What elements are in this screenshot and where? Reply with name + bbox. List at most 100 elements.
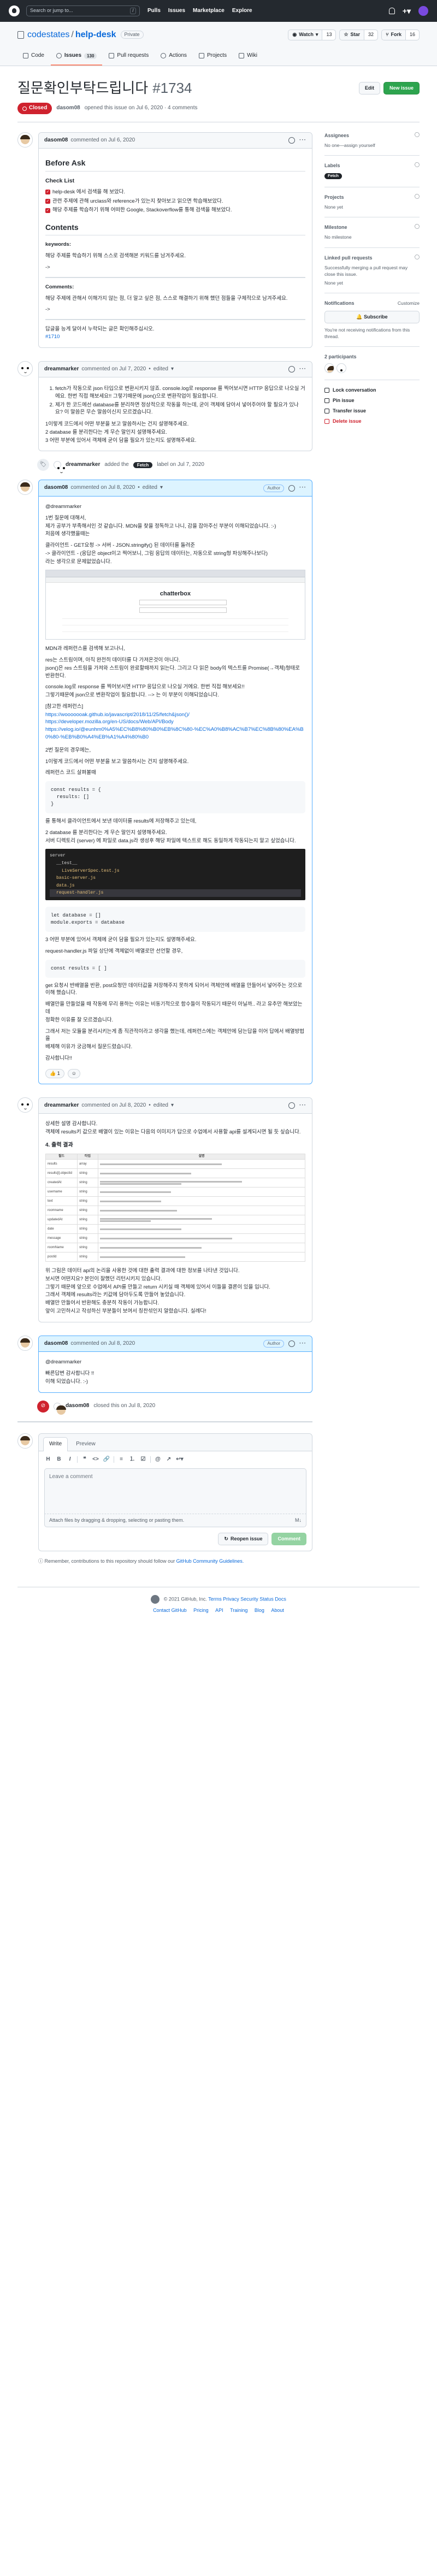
comment-author[interactable]: dasom08 xyxy=(44,484,68,492)
nav-pulls[interactable]: Pulls xyxy=(147,7,161,15)
comment-author[interactable]: dasom08 xyxy=(44,1340,68,1348)
mention[interactable]: @dreammarker xyxy=(45,1358,305,1366)
fork-button[interactable]: ⑂ Fork 16 xyxy=(381,29,420,40)
avatar[interactable] xyxy=(17,1433,33,1449)
more-options-icon[interactable]: ··· xyxy=(299,137,306,145)
delete-issue-button[interactable]: Delete issue xyxy=(324,418,420,425)
labels-section[interactable]: Labels Fetch xyxy=(324,162,420,187)
bold-icon[interactable]: B xyxy=(55,1456,63,1464)
event-actor[interactable]: dreammarker xyxy=(66,461,100,469)
comment-author[interactable]: dreammarker xyxy=(44,365,79,374)
issue-reference-link[interactable]: #1710 xyxy=(45,334,60,340)
checkbox-checked-icon[interactable]: ✓ xyxy=(45,199,50,204)
comment-button[interactable]: Comment xyxy=(271,1532,306,1545)
label-pill[interactable]: Fetch xyxy=(133,462,153,469)
comment-author[interactable]: dasom08 xyxy=(44,137,68,145)
repo-name-link[interactable]: help-desk xyxy=(75,28,116,41)
add-reaction-icon[interactable] xyxy=(288,365,295,373)
avatar[interactable] xyxy=(54,1402,66,1415)
tab-pull-requests[interactable]: Pull requests xyxy=(103,49,154,66)
projects-section[interactable]: Projects None yet xyxy=(324,193,420,218)
avatar[interactable] xyxy=(54,461,63,474)
italic-icon[interactable]: I xyxy=(66,1456,74,1464)
tab-projects[interactable]: Projects xyxy=(193,49,232,66)
footer-link-api[interactable]: API xyxy=(215,1608,223,1613)
pin-issue-button[interactable]: Pin issue xyxy=(324,397,420,404)
fork-count[interactable]: 16 xyxy=(405,29,419,40)
avatar[interactable] xyxy=(17,132,33,147)
tab-code[interactable]: Code xyxy=(17,49,50,66)
footer-link-security[interactable]: Security xyxy=(240,1596,258,1602)
footer-link-blog[interactable]: Blog xyxy=(255,1608,264,1613)
reference-link[interactable]: https://wooooooak.github.io/javascript/2… xyxy=(45,711,305,719)
assignees-section[interactable]: Assignees No one—assign yourself xyxy=(324,132,420,156)
footer-link-privacy[interactable]: Privacy xyxy=(223,1596,239,1602)
comment-date[interactable]: commented on Jul 8, 2020 xyxy=(81,1102,146,1110)
footer-link-docs[interactable]: Docs xyxy=(275,1596,286,1602)
footer-link-contact[interactable]: Contact GitHub xyxy=(153,1608,187,1613)
code-icon[interactable]: <> xyxy=(92,1456,99,1464)
more-options-icon[interactable]: ··· xyxy=(299,1340,306,1348)
assignees-value[interactable]: No one—assign yourself xyxy=(324,142,420,149)
notifications-bell-icon[interactable] xyxy=(388,7,395,14)
tab-issues[interactable]: Issues 130 xyxy=(50,49,103,66)
checkbox-checked-icon[interactable]: ✓ xyxy=(45,208,50,213)
new-issue-button[interactable]: New issue xyxy=(383,82,420,95)
link-icon[interactable]: 🔗 xyxy=(103,1456,110,1464)
edited-indicator[interactable]: edited xyxy=(153,1102,168,1110)
more-options-icon[interactable]: ··· xyxy=(299,365,306,374)
footer-link-status[interactable]: Status xyxy=(259,1596,274,1602)
checkbox-checked-icon[interactable]: ✓ xyxy=(45,190,50,195)
comment-author[interactable]: dreammarker xyxy=(44,1102,79,1110)
milestone-section[interactable]: Milestone No milestone xyxy=(324,224,420,248)
gear-icon[interactable] xyxy=(415,254,420,259)
avatar[interactable] xyxy=(17,1335,33,1351)
more-options-icon[interactable]: ··· xyxy=(299,1102,306,1110)
gear-icon[interactable] xyxy=(415,162,420,168)
saved-reply-icon[interactable]: ↩▾ xyxy=(176,1456,184,1464)
event-actor[interactable]: dasom08 xyxy=(66,1402,89,1410)
markdown-icon[interactable]: M↓ xyxy=(295,1517,302,1524)
tab-actions[interactable]: Actions xyxy=(155,49,192,66)
tab-wiki[interactable]: Wiki xyxy=(233,49,263,66)
customize-link[interactable]: Customize xyxy=(398,300,420,307)
gear-icon[interactable] xyxy=(415,224,420,229)
nav-explore[interactable]: Explore xyxy=(232,7,252,15)
github-logo-icon[interactable] xyxy=(9,5,20,16)
avatar[interactable] xyxy=(17,361,33,376)
comment-date[interactable]: commented on Jul 6, 2020 xyxy=(70,137,135,145)
ordered-list-icon[interactable]: ⒈ xyxy=(128,1456,136,1464)
gear-icon[interactable] xyxy=(415,193,420,199)
watch-button[interactable]: ◉ Watch ▾ 13 xyxy=(288,29,336,40)
add-reaction-icon[interactable] xyxy=(288,1102,295,1109)
mention[interactable]: @dreammarker xyxy=(45,503,305,511)
watch-count[interactable]: 13 xyxy=(322,29,336,40)
reference-link[interactable]: https://velog.io/@eunhm0%A5%EC%B8%80%B0%… xyxy=(45,726,305,741)
attach-files-bar[interactable]: Attach files by dragging & dropping, sel… xyxy=(44,1514,306,1527)
add-reaction-icon[interactable]: ☺ xyxy=(67,1068,80,1078)
task-list-icon[interactable]: ☑ xyxy=(139,1456,147,1464)
add-reaction-icon[interactable] xyxy=(288,137,295,144)
avatar[interactable] xyxy=(17,480,33,495)
subscribe-button[interactable]: 🔔 Subscribe xyxy=(324,310,420,323)
add-reaction-icon[interactable] xyxy=(288,485,295,492)
reopen-issue-button[interactable]: ↻ Reopen issue xyxy=(218,1532,269,1545)
avatar[interactable] xyxy=(17,1097,33,1113)
search-input[interactable]: Search or jump to... / xyxy=(26,5,140,16)
footer-link-terms[interactable]: Terms xyxy=(208,1596,222,1602)
edited-indicator[interactable]: edited xyxy=(153,365,168,374)
footer-link-training[interactable]: Training xyxy=(230,1608,247,1613)
github-mark-icon[interactable] xyxy=(151,1594,160,1604)
user-avatar[interactable] xyxy=(418,5,428,16)
reference-link[interactable]: https://developer.mozilla.org/en-US/docs… xyxy=(45,718,305,726)
edited-indicator[interactable]: edited xyxy=(143,484,157,492)
participant-avatar[interactable] xyxy=(324,363,334,374)
footer-link-about[interactable]: About xyxy=(271,1608,284,1613)
gear-icon[interactable] xyxy=(415,132,420,137)
tab-preview[interactable]: Preview xyxy=(70,1437,102,1451)
unordered-list-icon[interactable]: ≡ xyxy=(117,1456,125,1464)
comment-date[interactable]: commented on Jul 8, 2020 xyxy=(70,1340,135,1348)
comment-date[interactable]: commented on Jul 8, 2020 xyxy=(70,484,135,492)
edit-title-button[interactable]: Edit xyxy=(358,82,380,95)
issue-author[interactable]: dasom08 xyxy=(56,104,80,113)
